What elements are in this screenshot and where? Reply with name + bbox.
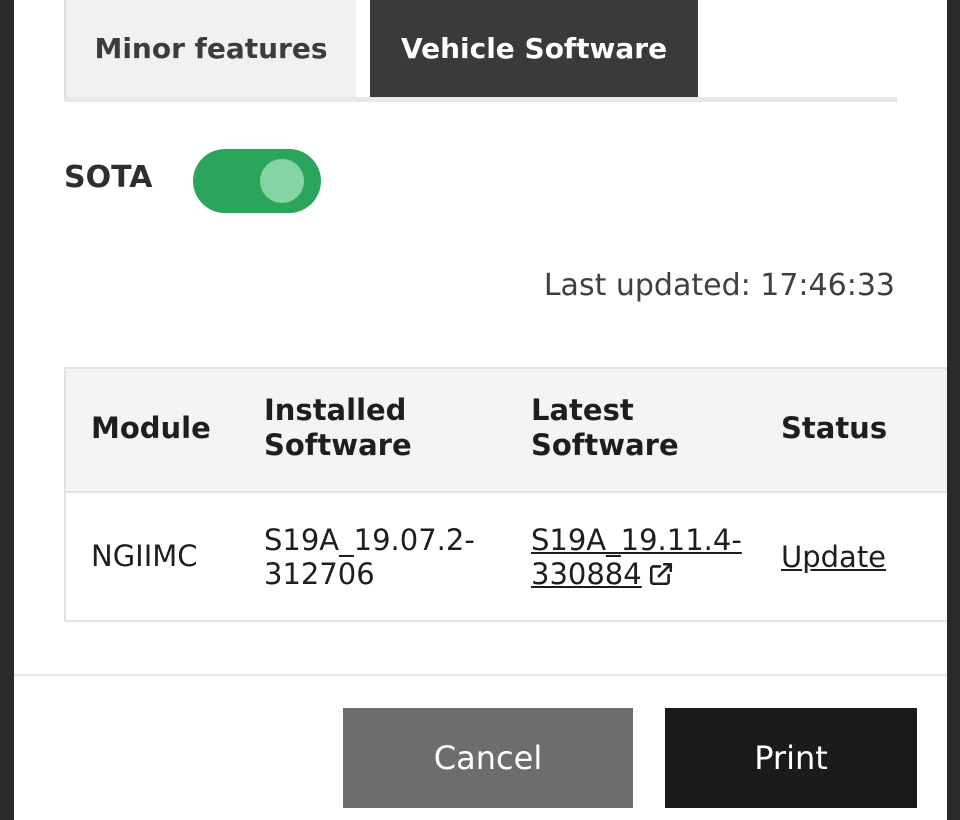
header-latest-line1: Latest: [531, 393, 634, 427]
cancel-button[interactable]: Cancel: [343, 708, 633, 808]
header-status: Status: [781, 411, 888, 445]
last-updated-text: Last updated: 17:46:33: [543, 268, 895, 303]
header-installed-line2: Software: [264, 428, 412, 462]
cell-module: NGIIMC: [91, 539, 198, 573]
table-header: Module Installed Software Latest Softwar…: [66, 369, 947, 493]
tab-underline: [64, 97, 897, 102]
cell-installed-line2: 312706: [264, 557, 375, 591]
latest-software-link-line1[interactable]: S19A_19.11.4-: [531, 523, 742, 557]
header-latest-line2: Software: [531, 428, 679, 462]
toggle-knob: [260, 159, 304, 203]
update-link[interactable]: Update: [781, 540, 886, 574]
header-installed-line1: Installed: [264, 393, 407, 427]
latest-software-link-line2[interactable]: 330884: [531, 557, 642, 591]
footer-divider: [14, 674, 947, 676]
sota-toggle[interactable]: [193, 149, 321, 213]
cell-installed-line1: S19A_19.07.2-: [264, 523, 475, 557]
tab-bar: Minor features Vehicle Software: [64, 0, 897, 98]
header-latest-software: Latest Software: [531, 393, 679, 463]
external-link-icon[interactable]: [648, 560, 674, 594]
header-module: Module: [91, 411, 211, 445]
cell-installed-software: S19A_19.07.2- 312706: [264, 523, 475, 591]
print-button[interactable]: Print: [665, 708, 917, 808]
sota-label: SOTA: [64, 160, 153, 195]
cell-latest-software: S19A_19.11.4- 330884: [531, 523, 742, 594]
vehicle-software-dialog: Minor features Vehicle Software SOTA Las…: [14, 0, 947, 820]
software-table: Module Installed Software Latest Softwar…: [64, 367, 947, 622]
tab-minor-features[interactable]: Minor features: [64, 0, 356, 97]
tab-vehicle-software[interactable]: Vehicle Software: [370, 0, 698, 97]
header-installed-software: Installed Software: [264, 393, 412, 463]
